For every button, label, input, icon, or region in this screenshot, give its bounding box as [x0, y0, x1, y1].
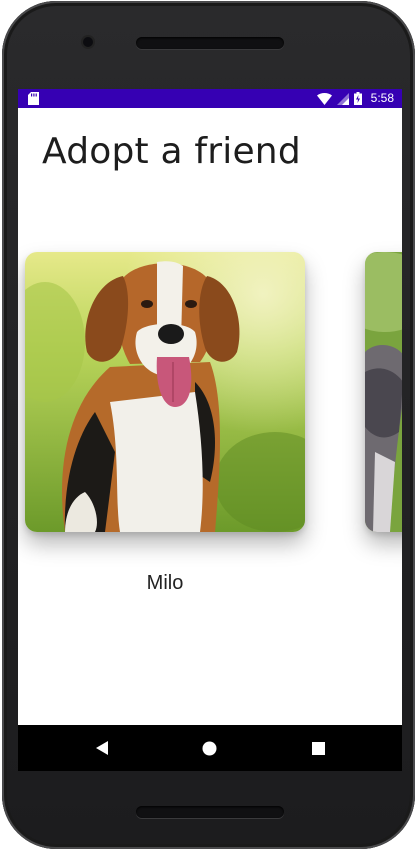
front-camera [83, 37, 93, 47]
pet-name-label: Milo [146, 572, 184, 594]
beagle-photo [25, 252, 305, 532]
recents-button[interactable] [308, 738, 328, 758]
bottom-speaker [136, 806, 284, 818]
wifi-icon [316, 92, 332, 105]
app-screen: 5:58 Adopt a friend Milo [18, 89, 402, 771]
pet-card-milo[interactable] [25, 252, 305, 532]
earpiece-speaker [136, 37, 284, 49]
home-icon [202, 741, 216, 755]
status-bar: 5:58 [18, 89, 402, 108]
pet-card-next[interactable] [365, 252, 402, 532]
recents-icon [311, 741, 325, 755]
sd-card-icon [28, 92, 39, 105]
navigation-bar [18, 725, 402, 771]
back-icon [96, 741, 108, 755]
husky-photo [365, 252, 402, 532]
phone-frame: 5:58 Adopt a friend Milo [2, 1, 415, 849]
status-time: 5:58 [370, 91, 394, 105]
page-title: Adopt a friend [42, 131, 301, 172]
home-button[interactable] [199, 738, 219, 758]
signal-icon [336, 92, 349, 105]
back-button[interactable] [92, 738, 112, 758]
battery-icon [353, 92, 362, 105]
